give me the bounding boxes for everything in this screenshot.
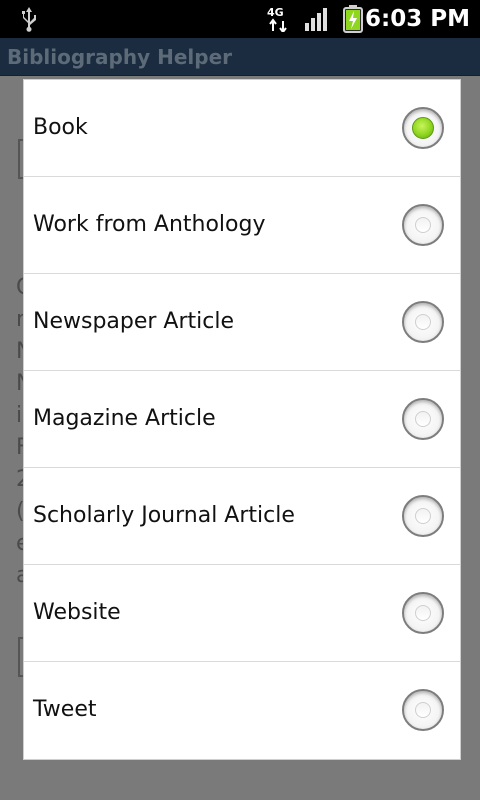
option-label: Magazine Article <box>33 406 216 431</box>
radio-indicator <box>415 314 431 330</box>
option-tweet[interactable]: Tweet <box>24 662 460 759</box>
status-bar: 4G 6:03 PM <box>0 0 480 38</box>
option-work-from-anthology[interactable]: Work from Anthology <box>24 177 460 274</box>
usb-icon <box>22 7 36 32</box>
source-type-dialog: Book Work from Anthology Newspaper Artic… <box>23 79 461 760</box>
option-label: Newspaper Article <box>33 309 235 334</box>
radio-button[interactable] <box>402 495 444 537</box>
4g-network-icon: 4G <box>267 6 287 32</box>
radio-indicator <box>412 117 434 139</box>
radio-button[interactable] <box>402 398 444 440</box>
app-title-bar: Bibliography Helper <box>0 38 480 76</box>
svg-text:4G: 4G <box>267 6 284 19</box>
option-label: Scholarly Journal Article <box>33 503 295 528</box>
option-magazine-article[interactable]: Magazine Article <box>24 371 460 468</box>
background-text-fragment: i <box>16 403 23 428</box>
option-scholarly-journal-article[interactable]: Scholarly Journal Article <box>24 468 460 565</box>
option-label: Website <box>33 600 121 625</box>
battery-charging-icon <box>343 5 363 33</box>
radio-button[interactable] <box>402 301 444 343</box>
radio-indicator <box>415 702 431 718</box>
option-label: Book <box>33 115 88 140</box>
radio-button[interactable] <box>402 592 444 634</box>
option-label: Tweet <box>33 697 97 722</box>
status-clock: 6:03 PM <box>365 6 470 32</box>
radio-button[interactable] <box>402 689 444 731</box>
option-book[interactable]: Book <box>24 80 460 177</box>
radio-button-selected[interactable] <box>402 107 444 149</box>
radio-indicator <box>415 411 431 427</box>
option-newspaper-article[interactable]: Newspaper Article <box>24 274 460 371</box>
radio-indicator <box>415 217 431 233</box>
radio-button[interactable] <box>402 204 444 246</box>
radio-indicator <box>415 605 431 621</box>
option-website[interactable]: Website <box>24 565 460 662</box>
signal-strength-icon <box>305 8 327 31</box>
radio-indicator <box>415 508 431 524</box>
option-label: Work from Anthology <box>33 212 266 237</box>
app-title: Bibliography Helper <box>7 45 232 69</box>
